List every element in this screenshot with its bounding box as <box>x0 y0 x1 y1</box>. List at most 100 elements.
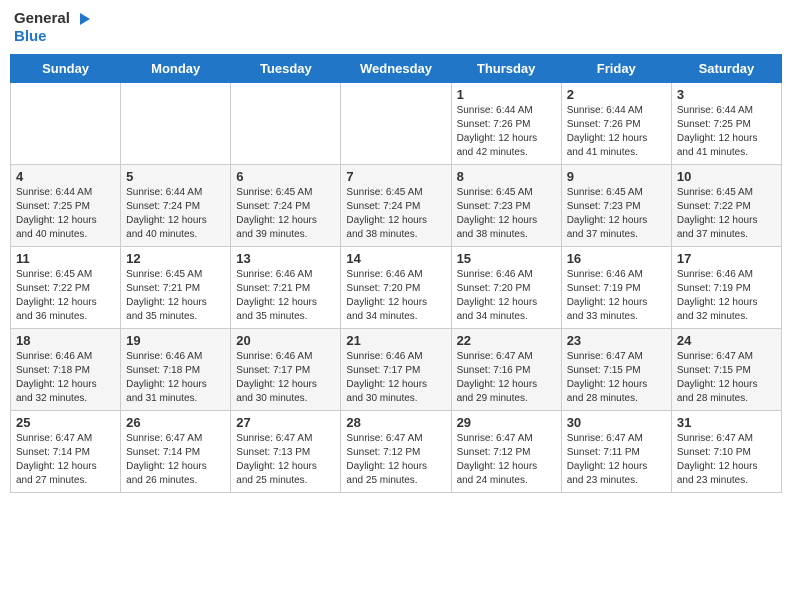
calendar-cell: 1 Sunrise: 6:44 AMSunset: 7:26 PMDaylight… <box>451 82 561 164</box>
day-number: 18 <box>16 333 115 348</box>
day-info: Sunrise: 6:47 AMSunset: 7:16 PMDaylight:… <box>457 350 556 406</box>
day-info: Sunrise: 6:46 AMSunset: 7:17 PMDaylight:… <box>236 350 335 406</box>
day-info: Sunrise: 6:47 AMSunset: 7:15 PMDaylight:… <box>677 350 776 406</box>
day-info: Sunrise: 6:46 AMSunset: 7:19 PMDaylight:… <box>567 268 666 324</box>
day-info: Sunrise: 6:47 AMSunset: 7:14 PMDaylight:… <box>16 432 115 488</box>
day-info: Sunrise: 6:46 AMSunset: 7:18 PMDaylight:… <box>16 350 115 406</box>
day-number: 15 <box>457 251 556 266</box>
day-number: 13 <box>236 251 335 266</box>
week-row-3: 11 Sunrise: 6:45 AMSunset: 7:22 PMDayligh… <box>11 246 782 328</box>
calendar-cell: 13 Sunrise: 6:46 AMSunset: 7:21 PMDayligh… <box>231 246 341 328</box>
day-number: 23 <box>567 333 666 348</box>
day-number: 24 <box>677 333 776 348</box>
day-number: 19 <box>126 333 225 348</box>
logo-text: General Blue <box>14 10 94 46</box>
day-number: 22 <box>457 333 556 348</box>
day-info: Sunrise: 6:47 AMSunset: 7:11 PMDaylight:… <box>567 432 666 488</box>
day-info: Sunrise: 6:47 AMSunset: 7:12 PMDaylight:… <box>457 432 556 488</box>
day-info: Sunrise: 6:47 AMSunset: 7:15 PMDaylight:… <box>567 350 666 406</box>
calendar-cell: 2Sunrise: 6:44 AMSunset: 7:26 PMDaylight… <box>561 82 671 164</box>
calendar-cell: 23 Sunrise: 6:47 AMSunset: 7:15 PMDayligh… <box>561 328 671 410</box>
day-info: Sunrise: 6:46 AMSunset: 7:20 PMDaylight:… <box>457 268 556 324</box>
calendar-cell: 30 Sunrise: 6:47 AMSunset: 7:11 PMDayligh… <box>561 410 671 492</box>
logo-blue: Blue <box>14 28 47 45</box>
day-number: 11 <box>16 251 115 266</box>
logo-arrow-icon <box>76 10 94 28</box>
calendar-cell <box>341 82 451 164</box>
calendar-cell: 5 Sunrise: 6:44 AMSunset: 7:24 PMDaylight… <box>121 164 231 246</box>
day-number: 1 <box>457 87 556 102</box>
day-info: Sunrise: 6:45 AMSunset: 7:24 PMDaylight:… <box>346 186 445 242</box>
page-header: General Blue <box>10 10 782 46</box>
day-info: Sunrise: 6:46 AMSunset: 7:20 PMDaylight:… <box>346 268 445 324</box>
header-day-wednesday: Wednesday <box>341 54 451 82</box>
calendar-cell: 20 Sunrise: 6:46 AMSunset: 7:17 PMDayligh… <box>231 328 341 410</box>
calendar-cell: 8 Sunrise: 6:45 AMSunset: 7:23 PMDaylight… <box>451 164 561 246</box>
day-number: 5 <box>126 169 225 184</box>
day-info: Sunrise: 6:45 AMSunset: 7:23 PMDaylight:… <box>457 186 556 242</box>
calendar-cell: 16 Sunrise: 6:46 AMSunset: 7:19 PMDayligh… <box>561 246 671 328</box>
calendar-cell: 12Sunrise: 6:45 AMSunset: 7:21 PMDayligh… <box>121 246 231 328</box>
calendar-cell: 4Sunrise: 6:44 AMSunset: 7:25 PMDaylight… <box>11 164 121 246</box>
day-number: 2 <box>567 87 666 102</box>
calendar-cell: 19Sunrise: 6:46 AMSunset: 7:18 PMDayligh… <box>121 328 231 410</box>
day-number: 8 <box>457 169 556 184</box>
day-info: Sunrise: 6:44 AMSunset: 7:24 PMDaylight:… <box>126 186 225 242</box>
calendar-cell: 6 Sunrise: 6:45 AMSunset: 7:24 PMDaylight… <box>231 164 341 246</box>
day-info: Sunrise: 6:44 AMSunset: 7:25 PMDaylight:… <box>677 104 776 160</box>
calendar-cell <box>121 82 231 164</box>
week-row-5: 25 Sunrise: 6:47 AMSunset: 7:14 PMDayligh… <box>11 410 782 492</box>
day-number: 20 <box>236 333 335 348</box>
day-info: Sunrise: 6:44 AMSunset: 7:26 PMDaylight:… <box>457 104 556 160</box>
header-day-saturday: Saturday <box>671 54 781 82</box>
calendar-cell: 3 Sunrise: 6:44 AMSunset: 7:25 PMDaylight… <box>671 82 781 164</box>
day-info: Sunrise: 6:45 AMSunset: 7:23 PMDaylight:… <box>567 186 666 242</box>
header-day-monday: Monday <box>121 54 231 82</box>
calendar-cell: 29Sunrise: 6:47 AMSunset: 7:12 PMDayligh… <box>451 410 561 492</box>
calendar-header: SundayMondayTuesdayWednesdayThursdayFrid… <box>11 54 782 82</box>
calendar-cell: 11 Sunrise: 6:45 AMSunset: 7:22 PMDayligh… <box>11 246 121 328</box>
header-day-sunday: Sunday <box>11 54 121 82</box>
calendar-cell: 15 Sunrise: 6:46 AMSunset: 7:20 PMDayligh… <box>451 246 561 328</box>
calendar-cell: 31Sunrise: 6:47 AMSunset: 7:10 PMDayligh… <box>671 410 781 492</box>
calendar-cell: 28Sunrise: 6:47 AMSunset: 7:12 PMDayligh… <box>341 410 451 492</box>
header-day-friday: Friday <box>561 54 671 82</box>
logo: General Blue <box>14 10 94 46</box>
day-number: 25 <box>16 415 115 430</box>
day-number: 30 <box>567 415 666 430</box>
day-number: 3 <box>677 87 776 102</box>
header-day-tuesday: Tuesday <box>231 54 341 82</box>
day-info: Sunrise: 6:45 AMSunset: 7:21 PMDaylight:… <box>126 268 225 324</box>
day-info: Sunrise: 6:46 AMSunset: 7:19 PMDaylight:… <box>677 268 776 324</box>
day-info: Sunrise: 6:47 AMSunset: 7:14 PMDaylight:… <box>126 432 225 488</box>
week-row-1: 1 Sunrise: 6:44 AMSunset: 7:26 PMDaylight… <box>11 82 782 164</box>
day-number: 16 <box>567 251 666 266</box>
calendar-cell: 7Sunrise: 6:45 AMSunset: 7:24 PMDaylight… <box>341 164 451 246</box>
day-info: Sunrise: 6:47 AMSunset: 7:12 PMDaylight:… <box>346 432 445 488</box>
logo-general: General <box>14 10 70 27</box>
day-info: Sunrise: 6:47 AMSunset: 7:10 PMDaylight:… <box>677 432 776 488</box>
calendar-table: SundayMondayTuesdayWednesdayThursdayFrid… <box>10 54 782 493</box>
day-info: Sunrise: 6:46 AMSunset: 7:17 PMDaylight:… <box>346 350 445 406</box>
calendar-cell: 26 Sunrise: 6:47 AMSunset: 7:14 PMDayligh… <box>121 410 231 492</box>
day-info: Sunrise: 6:46 AMSunset: 7:21 PMDaylight:… <box>236 268 335 324</box>
calendar-cell: 22 Sunrise: 6:47 AMSunset: 7:16 PMDayligh… <box>451 328 561 410</box>
day-number: 14 <box>346 251 445 266</box>
day-info: Sunrise: 6:44 AMSunset: 7:25 PMDaylight:… <box>16 186 115 242</box>
calendar-cell: 25 Sunrise: 6:47 AMSunset: 7:14 PMDayligh… <box>11 410 121 492</box>
day-number: 27 <box>236 415 335 430</box>
day-number: 9 <box>567 169 666 184</box>
day-info: Sunrise: 6:45 AMSunset: 7:24 PMDaylight:… <box>236 186 335 242</box>
day-info: Sunrise: 6:45 AMSunset: 7:22 PMDaylight:… <box>16 268 115 324</box>
day-number: 26 <box>126 415 225 430</box>
calendar-cell <box>11 82 121 164</box>
day-number: 6 <box>236 169 335 184</box>
day-number: 21 <box>346 333 445 348</box>
header-row: SundayMondayTuesdayWednesdayThursdayFrid… <box>11 54 782 82</box>
week-row-4: 18 Sunrise: 6:46 AMSunset: 7:18 PMDayligh… <box>11 328 782 410</box>
day-info: Sunrise: 6:45 AMSunset: 7:22 PMDaylight:… <box>677 186 776 242</box>
calendar-cell: 10Sunrise: 6:45 AMSunset: 7:22 PMDayligh… <box>671 164 781 246</box>
calendar-cell <box>231 82 341 164</box>
calendar-body: 1 Sunrise: 6:44 AMSunset: 7:26 PMDaylight… <box>11 82 782 492</box>
day-info: Sunrise: 6:47 AMSunset: 7:13 PMDaylight:… <box>236 432 335 488</box>
